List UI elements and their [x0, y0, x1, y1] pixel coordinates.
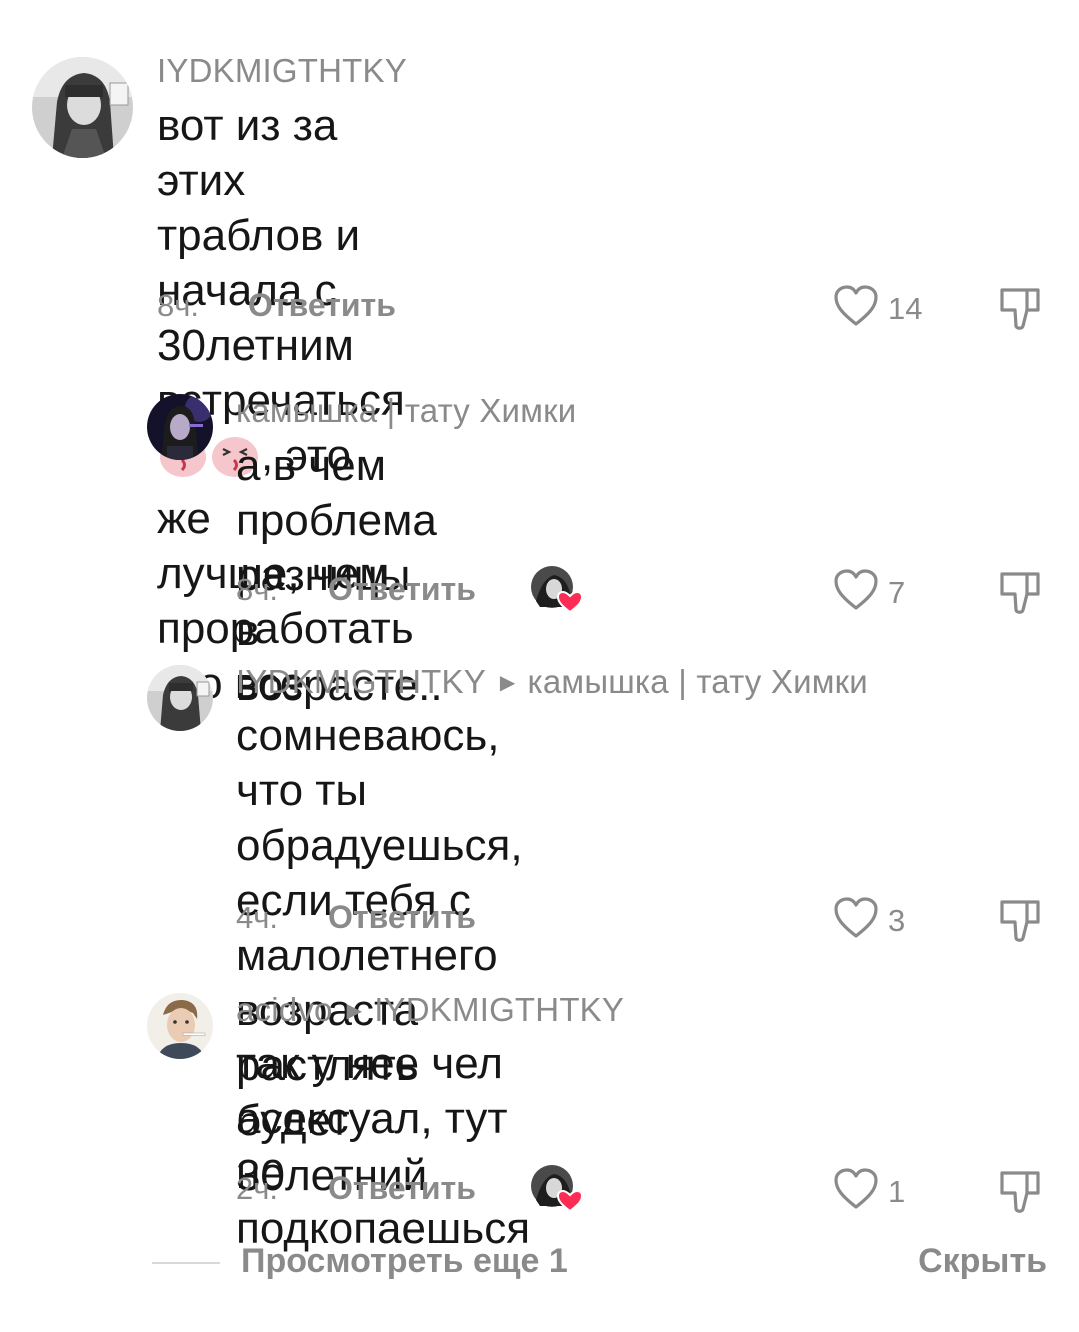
heart-outline-icon [832, 895, 880, 946]
like-button[interactable]: 1 [832, 1166, 905, 1217]
reply-to-name[interactable]: IYDKMIGTHTKY [374, 991, 624, 1028]
reply-to-name[interactable]: камышка | тату Химки [528, 663, 868, 700]
comment-author[interactable]: камышка | тату Химки [236, 392, 576, 430]
comment-time: 2ч. [236, 1171, 279, 1206]
comment-text-line: вот из за этих траблов и начала с [157, 101, 361, 315]
heart-outline-icon [832, 1166, 880, 1217]
comment-author[interactable]: IYDKMIGTHTKY [157, 52, 407, 90]
reply-button[interactable]: Ответить [328, 1170, 476, 1207]
dislike-button[interactable] [998, 568, 1042, 621]
like-count: 3 [888, 902, 906, 938]
thumbs-down-icon [998, 900, 1042, 948]
triangle-right-icon: ▶ [346, 1000, 363, 1022]
creator-liked-badge [530, 565, 584, 614]
dislike-button[interactable] [998, 1167, 1042, 1220]
comment-author-name[interactable]: IYDKMIGTHTKY [236, 663, 486, 700]
comment-time: 4ч. [236, 900, 279, 935]
thumbs-down-icon [998, 572, 1042, 620]
like-button[interactable]: 3 [832, 895, 905, 946]
thumbs-down-icon [998, 1171, 1042, 1219]
like-count: 7 [888, 574, 906, 610]
like-button[interactable]: 7 [832, 567, 905, 618]
reply-button[interactable]: Ответить [248, 287, 396, 324]
triangle-right-icon: ▶ [499, 672, 516, 694]
dislike-button[interactable] [998, 284, 1042, 337]
like-count: 1 [888, 1173, 906, 1209]
reply-button[interactable]: Ответить [328, 571, 476, 608]
view-more-replies-button[interactable]: Просмотреть еще 1 [241, 1242, 568, 1281]
comment-text: так у нее чел асексуал, тут не подкопаеш… [236, 1039, 531, 1253]
comment-time: 8ч. [157, 288, 200, 323]
reply-button[interactable]: Ответить [328, 899, 476, 936]
dislike-button[interactable] [998, 896, 1042, 949]
divider [152, 1262, 220, 1264]
heart-outline-icon [832, 283, 880, 334]
like-button[interactable]: 14 [832, 283, 922, 334]
comment-time: 8ч. [236, 572, 279, 607]
heart-outline-icon [832, 567, 880, 618]
hide-replies-button[interactable]: Скрыть [918, 1242, 1047, 1281]
like-count: 14 [888, 290, 923, 326]
avatar[interactable] [147, 394, 213, 460]
avatar[interactable] [32, 57, 133, 158]
avatar[interactable] [147, 665, 213, 731]
comment-author: IYDKMIGTHTKY ▶ камышка | тату Химки [236, 663, 868, 701]
comment-author-name[interactable]: acidvo [236, 991, 333, 1028]
avatar[interactable] [147, 993, 213, 1059]
thumbs-down-icon [998, 288, 1042, 336]
comment-author: acidvo ▶ IYDKMIGTHTKY [236, 991, 624, 1029]
creator-liked-badge [530, 1164, 584, 1213]
